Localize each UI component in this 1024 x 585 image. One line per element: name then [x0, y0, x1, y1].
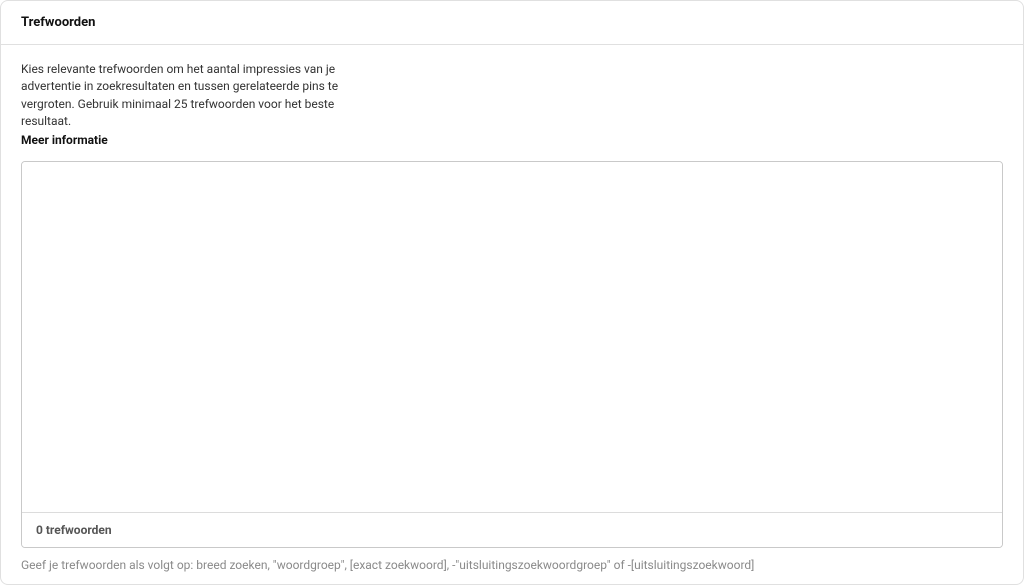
keywords-count: 0 trefwoorden	[22, 512, 1002, 547]
card-body: Kies relevante trefwoorden om het aantal…	[1, 45, 1023, 584]
card-title: Trefwoorden	[21, 15, 1003, 30]
keywords-card: Trefwoorden Kies relevante trefwoorden o…	[0, 0, 1024, 585]
description-text: Kies relevante trefwoorden om het aantal…	[21, 61, 361, 131]
keywords-box: 0 trefwoorden	[21, 161, 1003, 548]
helper-text: Geef je trefwoorden als volgt op: breed …	[21, 558, 1003, 572]
more-info-link[interactable]: Meer informatie	[21, 133, 1003, 147]
card-header: Trefwoorden	[1, 1, 1023, 45]
keywords-textarea[interactable]	[22, 162, 1002, 512]
